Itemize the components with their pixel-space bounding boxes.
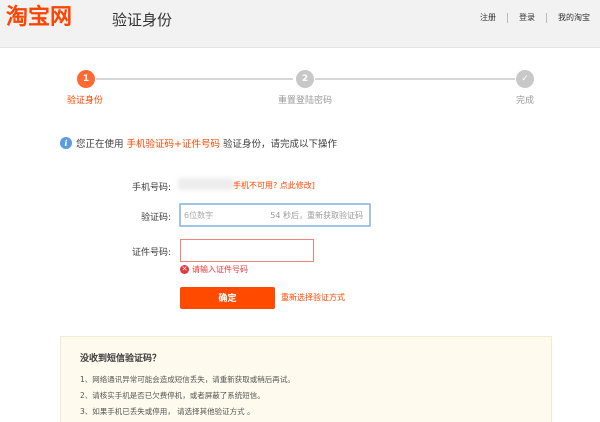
masked-phone-number [178, 178, 234, 190]
top-header: 淘宝网 验证身份 注册 登录 我的淘宝 [0, 0, 600, 48]
progress-steps: 1 2 ✓ 验证身份 重置登陆密码 完成 [0, 68, 600, 108]
resend-countdown[interactable]: 54 秒后，重新获取验证码 [270, 210, 363, 221]
my-taobao-link[interactable]: 我的淘宝 [558, 12, 590, 23]
page-title: 验证身份 [112, 11, 173, 29]
error-icon: ✕ [180, 265, 189, 274]
verification-notice: i 您正在使用 手机验证码+证件号码 验证身份，请完成以下操作 [60, 136, 337, 150]
notice-prefix: 您正在使用 [76, 139, 124, 150]
id-number-input[interactable] [181, 240, 313, 261]
code-label: 验证码: [140, 213, 171, 223]
login-link[interactable]: 登录 [519, 12, 535, 23]
step-line [96, 78, 293, 80]
help-item: 1、网络通讯异常可能会造成短信丢失，请重新获取或稍后再试。 [80, 375, 295, 384]
verification-code-input[interactable] [184, 208, 280, 223]
step-2-circle: 2 [296, 70, 314, 88]
step-3-check-icon: ✓ [516, 70, 534, 88]
id-error-message: ✕ 请输入证件号码 [180, 264, 248, 275]
notice-suffix: 验证身份，请完成以下操作 [222, 139, 337, 150]
step-1-circle: 1 [77, 70, 95, 88]
id-label: 证件号码: [131, 248, 171, 258]
divider [546, 12, 547, 23]
divider [507, 12, 508, 23]
register-link[interactable]: 注册 [480, 12, 496, 23]
step-line [315, 78, 515, 80]
help-title: 没收到短信验证码？ [80, 354, 162, 364]
help-panel: 没收到短信验证码？ 1、网络通讯异常可能会造成短信丢失，请重新获取或稍后再试。 … [60, 336, 552, 422]
step-3-label: 完成 [516, 96, 535, 106]
help-item: 2、请核实手机是否已欠费停机，或者屏蔽了系统短信。 [80, 391, 265, 400]
info-icon: i [60, 137, 72, 149]
step-1-label: 验证身份 [67, 96, 104, 106]
taobao-logo[interactable]: 淘宝网 [6, 5, 72, 31]
phone-label: 手机号码: [131, 183, 171, 193]
top-links: 注册 登录 我的淘宝 [480, 12, 590, 23]
confirm-button[interactable]: 确定 [180, 287, 275, 309]
help-item: 3、如果手机已丢失或停用， 请选择其他验证方式 。 [80, 407, 255, 416]
step-2-label: 重置登陆密码 [278, 96, 333, 106]
phone-unavailable-link[interactable]: 手机不可用? 点此修改] [233, 180, 315, 191]
reselect-method-link[interactable]: 重新选择验证方式 [281, 292, 345, 303]
error-text: 请输入证件号码 [192, 265, 248, 274]
id-number-box [180, 239, 314, 262]
code-input-box: 54 秒后，重新获取验证码 [179, 203, 371, 227]
notice-method: 手机验证码+证件号码 [126, 139, 220, 150]
